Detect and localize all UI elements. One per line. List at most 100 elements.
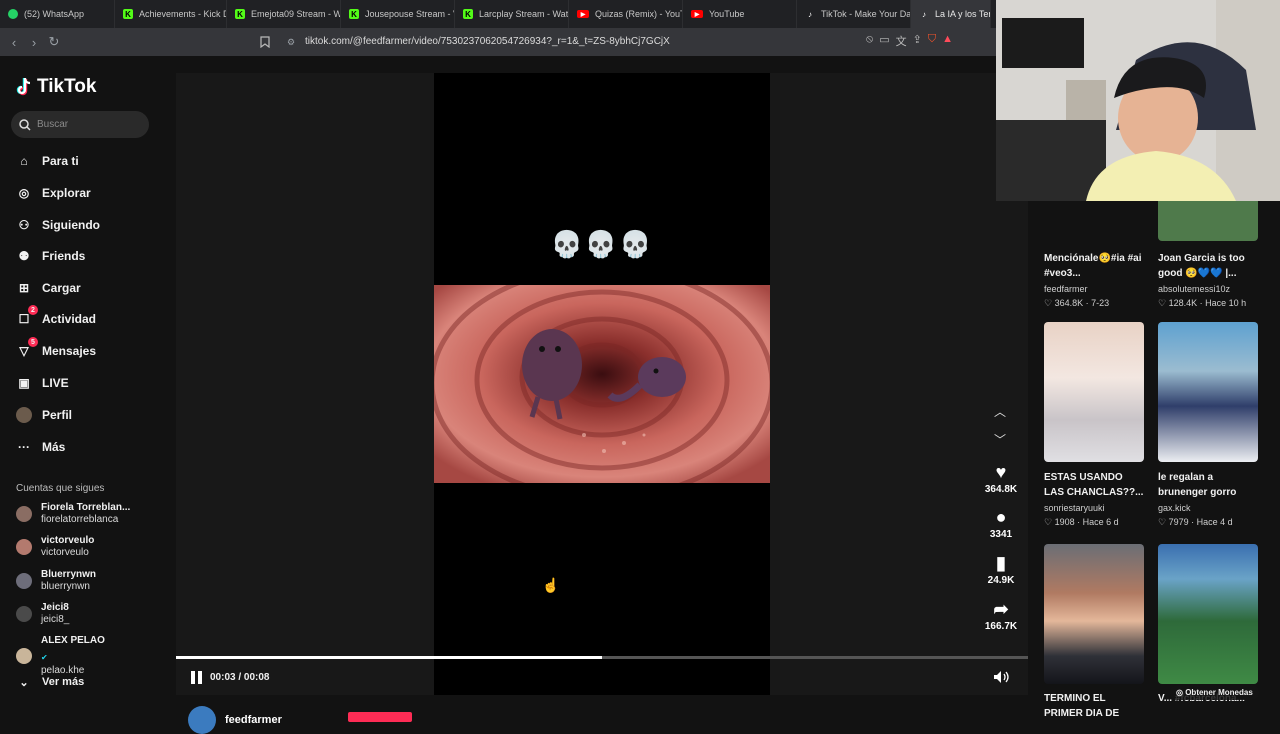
scroll-up-icon[interactable]: ︿ (994, 403, 1006, 420)
browser-tab-label: Larcplay Stream - Wat (479, 9, 569, 19)
url-field[interactable]: tiktok.com/@feedfarmer/video/75302370620… (305, 36, 670, 47)
sidebar-item-m-s[interactable]: ··· Más (16, 439, 65, 455)
home-icon: ⌂ (20, 154, 28, 168)
video-thumbnail[interactable] (1044, 544, 1144, 684)
related-video-card[interactable]: le regalan a brunenger gorro de... gax.ki… (1158, 322, 1258, 528)
browser-tab[interactable]: ▶ Quizas (Remix) - YouTu (569, 0, 683, 28)
video-thumbnail[interactable] (1158, 322, 1258, 462)
video-author[interactable]: feedfarmer (188, 706, 412, 734)
sidebar-item-friends[interactable]: ⚉ Friends (16, 248, 86, 264)
webcam-overlay (996, 0, 1280, 201)
heart-button[interactable]: ♥ 364.8K (980, 462, 1022, 495)
more-icon: ··· (18, 440, 30, 454)
sidebar-item-actividad[interactable]: ☐ 2 Actividad (16, 305, 97, 327)
video-author[interactable]: absolutemessi10z (1158, 284, 1258, 294)
following-icon: ⚇ (18, 218, 30, 232)
sidebar-item-mensajes[interactable]: ▽ 5 Mensajes (16, 337, 96, 359)
share-button[interactable]: ➦ 166.7K (980, 599, 1022, 632)
video-time: 00:03 / 00:08 (210, 672, 270, 683)
share-page-icon[interactable]: ⇪ (913, 33, 922, 49)
following-account[interactable]: victorveulo victorveulo (16, 535, 94, 559)
browser-tab[interactable]: (52) WhatsApp (0, 0, 115, 28)
video-author[interactable]: gax.kick (1158, 503, 1258, 513)
browser-tab[interactable]: K Achievements - Kick D (115, 0, 227, 28)
pause-button[interactable] (191, 671, 203, 684)
video-meta: ♡ 1908 · Hace 6 d (1044, 517, 1144, 528)
volume-icon[interactable] (993, 670, 1009, 689)
video-thumbnail[interactable] (1158, 544, 1258, 684)
following-account[interactable]: Jeici8 jeici8_ (16, 602, 69, 626)
account-name: Jeici8 (41, 602, 69, 613)
chevron-down-icon: ⌄ (19, 676, 29, 689)
related-video-card[interactable]: Menciónale🥺#ia #ai #veo3... feedfarmer ♡ 3… (1044, 243, 1144, 309)
search-input[interactable]: Buscar (11, 111, 149, 138)
browser-tab[interactable]: ♪ La IA y los Ter (911, 0, 991, 28)
reload-icon[interactable]: ↻ (44, 32, 64, 52)
following-account[interactable]: ALEX PELAO ✔ pelao.khe (16, 635, 105, 677)
browser-tab[interactable]: K Emejota09 Stream - W (227, 0, 341, 28)
bookmark-button[interactable]: ▮ 24.9K (980, 553, 1022, 586)
sidebar-item-label: Cargar (42, 281, 81, 295)
see-more-button[interactable]: ⌄ Ver más (16, 674, 84, 690)
browser-tab[interactable]: ♪ TikTok - Make Your Da (797, 0, 911, 28)
sidebar-item-label: Explorar (42, 186, 91, 200)
video-title[interactable]: le regalan a brunenger gorro de... (1158, 470, 1258, 500)
heart-icon: ♥ (995, 462, 1007, 482)
forward-icon[interactable]: › (24, 32, 44, 52)
mute-tab-icon[interactable]: ⦸ (866, 33, 873, 49)
account-handle: fiorelatorreblanca (41, 514, 119, 525)
browser-tab[interactable]: K Jousepouse Stream - V (341, 0, 455, 28)
translate-icon[interactable]: 文 (896, 33, 907, 49)
search-icon (19, 118, 31, 131)
kick-icon: K (463, 9, 473, 19)
site-info-icon[interactable]: ⚙ (281, 32, 301, 52)
video-frame (434, 285, 770, 483)
tiktok-logo[interactable]: TikTok (16, 76, 96, 98)
sidebar-item-perfil[interactable]: Perfil (16, 407, 72, 423)
sidebar-item-cargar[interactable]: ⊞ Cargar (16, 280, 81, 296)
avatar (16, 648, 32, 664)
sidebar-item-live[interactable]: ▣ LIVE (16, 375, 69, 391)
get-coins-button[interactable]: ◎ Obtener Monedas (1170, 685, 1259, 700)
sidebar-item-explorar[interactable]: ◎ Explorar (16, 185, 91, 201)
bookmark-page-icon[interactable] (255, 32, 275, 52)
brave-shield-icon[interactable]: ⛉ (928, 33, 936, 49)
video-author[interactable]: sonriestaryuuki (1044, 503, 1144, 513)
video-player[interactable]: 💀💀💀 (434, 73, 770, 695)
sidebar-item-label: Siguiendo (42, 218, 100, 232)
related-video-card[interactable]: TERMINO EL PRIMER DIA DE FNCS FINALS (1044, 544, 1144, 721)
author-name: feedfarmer (225, 714, 282, 726)
following-account[interactable]: Bluerrynwn bluerrynwn (16, 569, 96, 593)
browser-tab[interactable]: ▶ YouTube (683, 0, 797, 28)
post-date: 7-23 (1091, 298, 1110, 308)
video-progress-bar[interactable] (176, 656, 1028, 659)
video-title[interactable]: TERMINO EL PRIMER DIA DE FNCS FINALS (1044, 691, 1144, 721)
avatar (16, 539, 32, 555)
following-section-title: Cuentas que sigues (16, 483, 105, 494)
video-title[interactable]: ESTAS USANDO LAS CHANCLAS??... (1044, 470, 1144, 500)
related-video-card[interactable]: ESTAS USANDO LAS CHANCLAS??... sonriestar… (1044, 322, 1144, 528)
sidebar-item-siguiendo[interactable]: ⚇ Siguiendo (16, 217, 100, 233)
video-caption-emoji: 💀💀💀 (550, 229, 654, 259)
follow-button[interactable] (348, 712, 412, 722)
scroll-down-icon[interactable]: ﹀ (994, 431, 1006, 448)
related-thumb-top-right[interactable] (1158, 201, 1258, 241)
related-video-card[interactable]: Joan Garcia is too good 🥺💙💙 |... absolute… (1158, 243, 1258, 309)
tiktok-icon: ♪ (808, 9, 812, 19)
video-title[interactable]: Joan Garcia is too good 🥺💙💙 |... (1158, 251, 1258, 281)
messages-icon: ▽ 5 (16, 337, 38, 359)
account-name: ALEX PELAO (41, 635, 105, 646)
video-author[interactable]: feedfarmer (1044, 284, 1144, 294)
following-account[interactable]: Fiorela Torreblan... fiorelatorreblanca (16, 502, 130, 526)
back-icon[interactable]: ‹ (4, 32, 24, 52)
video-thumbnail[interactable] (1044, 322, 1144, 462)
sidebar-item-label: LIVE (42, 376, 69, 390)
browser-tab[interactable]: K Larcplay Stream - Wat (455, 0, 569, 28)
cast-icon[interactable]: ▭ (879, 33, 889, 49)
video-title[interactable]: Menciónale🥺#ia #ai #veo3... (1044, 251, 1144, 281)
sidebar-item-label: Actividad (42, 312, 97, 326)
sidebar-item-para-ti[interactable]: ⌂ Para ti (16, 153, 78, 169)
brave-rewards-icon[interactable]: ▲ (942, 33, 953, 49)
browser-tab-label: TikTok - Make Your Da (821, 9, 911, 19)
comment-button[interactable]: ● 3341 (980, 507, 1022, 540)
